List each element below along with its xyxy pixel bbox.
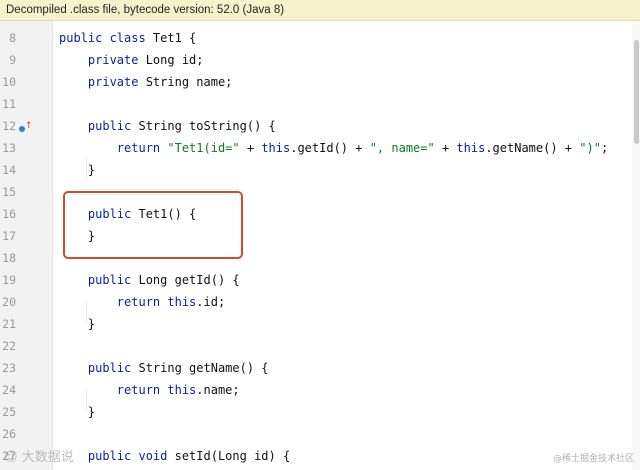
code-token: .id;	[196, 295, 226, 309]
indent-guide	[86, 389, 87, 411]
keyword-token: this	[261, 141, 291, 155]
code-token: +	[434, 141, 457, 155]
code-line: 9 private Long id;	[0, 49, 640, 71]
line-number: 21	[2, 317, 16, 331]
code-token: String name;	[145, 75, 233, 89]
line-number: 11	[2, 97, 16, 111]
code-line: 22	[0, 335, 640, 357]
line-number: 20	[2, 295, 16, 309]
line-number: 9	[9, 53, 16, 67]
code-text: }	[59, 401, 95, 423]
code-text: public void setId(Long id) {	[59, 445, 290, 467]
keyword-token: public class	[59, 31, 153, 45]
code-token: Long id;	[145, 53, 204, 67]
highlight-box-constructor	[63, 191, 243, 259]
keyword-token: return	[59, 295, 168, 309]
keyword-token: public	[59, 119, 139, 133]
override-method-icon[interactable]: ↑	[18, 121, 33, 135]
string-token: "Tet1(id="	[167, 141, 240, 155]
line-number: 18	[2, 251, 16, 265]
line-number: 22	[2, 339, 16, 353]
string-token: ", name="	[369, 141, 435, 155]
decompiled-info-banner: Decompiled .class file, bytecode version…	[0, 0, 640, 21]
keyword-token: public	[59, 361, 139, 375]
code-token: }	[59, 163, 96, 177]
code-token: Long getId() {	[138, 273, 240, 287]
code-line: 25 }	[0, 401, 640, 423]
code-text: private Long id;	[59, 49, 204, 71]
watermark-right: @稀土掘金技术社区	[552, 454, 634, 464]
chat-bubble-icon: ☺	[4, 450, 18, 465]
code-line: 13 return "Tet1(id=" + this.getId() + ",…	[0, 137, 640, 159]
watermark-left-text: 大数据说	[21, 450, 74, 465]
code-token: }	[59, 405, 96, 419]
code-line: 23 public String getName() {	[0, 357, 640, 379]
code-token: setId(Long id) {	[174, 449, 291, 463]
code-line: 19 public Long getId() {	[0, 269, 640, 291]
code-line: 12 public String toString() {	[0, 115, 640, 137]
line-number: 13	[2, 141, 16, 155]
code-line: 14 }	[0, 159, 640, 181]
line-number: 26	[2, 427, 16, 441]
keyword-token: void	[138, 449, 175, 463]
line-number: 16	[2, 207, 16, 221]
code-line: 24 return this.name;	[0, 379, 640, 401]
code-text: public class Tet1 {	[59, 27, 196, 49]
line-number: 24	[2, 383, 16, 397]
keyword-token: this	[167, 383, 197, 397]
code-text: return "Tet1(id=" + this.getId() + ", na…	[59, 137, 608, 159]
code-line: 8 public class Tet1 {	[0, 27, 640, 49]
line-number: 14	[2, 163, 16, 177]
code-token: .name;	[196, 383, 240, 397]
code-text: }	[59, 159, 95, 181]
code-line: 27 public void setId(Long id) {	[0, 445, 640, 467]
indent-guide	[86, 157, 87, 179]
line-number: 12	[2, 119, 16, 133]
code-token: String getName() {	[138, 361, 269, 375]
keyword-token: private	[59, 53, 146, 67]
code-token: Tet1 {	[152, 31, 197, 45]
code-text: public Long getId() {	[59, 269, 240, 291]
code-token: String toString() {	[138, 119, 276, 133]
watermark-left: ☺ 大数据说	[4, 446, 74, 465]
line-number: 15	[2, 185, 16, 199]
indent-guide	[86, 301, 87, 323]
code-line: 20 return this.id;	[0, 291, 640, 313]
code-line: 11	[0, 93, 640, 115]
up-arrow-icon: ↑	[25, 121, 33, 131]
code-line: 26	[0, 423, 640, 445]
code-token: .getName() +	[485, 141, 580, 155]
code-text: return this.id;	[59, 291, 225, 313]
line-number: 17	[2, 229, 16, 243]
keyword-token: return	[59, 383, 168, 397]
keyword-token: this	[167, 295, 197, 309]
string-token: ")"	[579, 141, 601, 155]
line-number: 23	[2, 361, 16, 375]
code-text: public String toString() {	[59, 115, 276, 137]
code-text: public String getName() {	[59, 357, 269, 379]
code-token: .getId() +	[290, 141, 370, 155]
code-text: }	[59, 313, 95, 335]
code-token: ;	[600, 141, 609, 155]
line-number: 19	[2, 273, 16, 287]
line-number: 10	[2, 75, 16, 89]
code-line: 21 }	[0, 313, 640, 335]
code-line: 10 private String name;	[0, 71, 640, 93]
keyword-token: return	[59, 141, 168, 155]
code-token: +	[239, 141, 262, 155]
keyword-token: public	[59, 273, 139, 287]
code-token: }	[59, 317, 96, 331]
keyword-token: this	[456, 141, 486, 155]
keyword-token: private	[59, 75, 146, 89]
line-number: 8	[9, 31, 16, 45]
code-text: private String name;	[59, 71, 233, 93]
line-number: 25	[2, 405, 16, 419]
